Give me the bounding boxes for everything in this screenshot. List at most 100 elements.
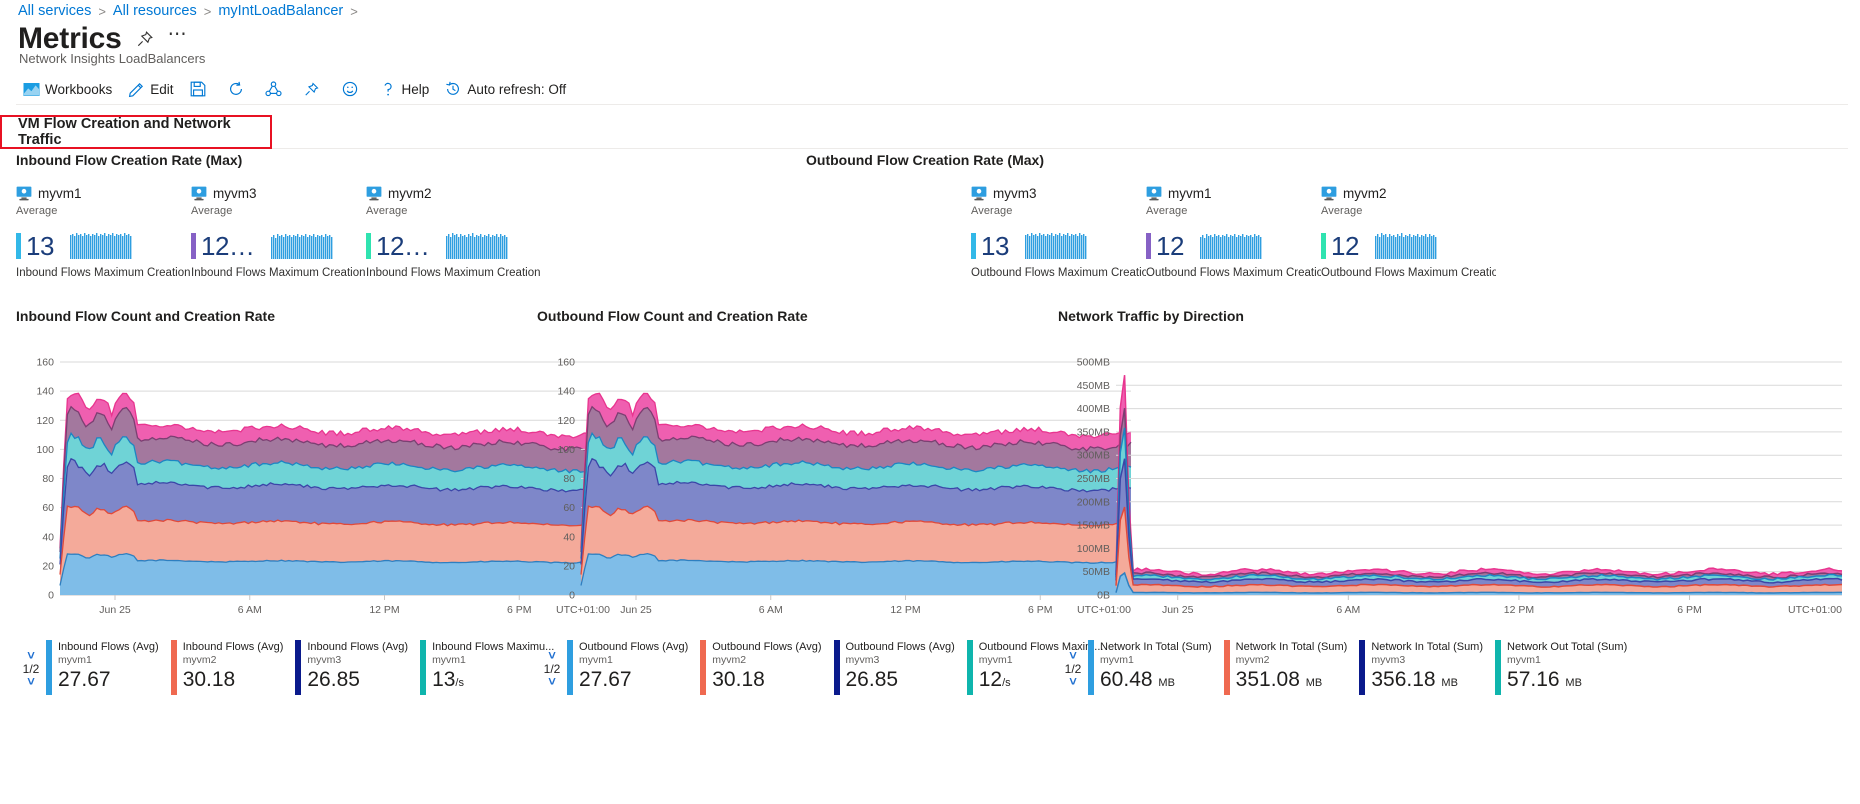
tile-caption: Outbound Flows Maximum Creation (1321, 267, 1496, 279)
tile-body: 12 (1321, 221, 1496, 259)
toolbar-button-share[interactable] (259, 77, 297, 101)
svg-text:160: 160 (557, 357, 575, 369)
toolbar-button-save[interactable] (183, 77, 221, 101)
metric-tile[interactable]: myvm2 Average 12… Inbound Flows Maximum … (366, 186, 541, 279)
svg-text:Jun 25: Jun 25 (620, 604, 652, 616)
legend-pager[interactable]: ˅ 1/2 ˅ (537, 640, 567, 695)
tile-header: myvm2 (366, 186, 541, 201)
section-header-label: VM Flow Creation and Network Traffic (18, 116, 231, 148)
chart-plot[interactable]: 0 20 40 60 80 100 120 140 160 Jun 25 6 AM 12 PM 6 PM… (16, 354, 616, 629)
legend-item[interactable]: Inbound Flows (Avg) myvm3 26.85 (295, 640, 420, 695)
toolbar-button-edit[interactable]: Edit (121, 77, 182, 101)
svg-text:150MB: 150MB (1077, 520, 1110, 532)
legend-resource-name: myvm3 (1371, 654, 1406, 666)
workbooks-icon (22, 80, 40, 98)
tile-value-truncation: … (403, 231, 430, 261)
tile-body: 12… (366, 221, 541, 259)
breadcrumb-item-all-resources[interactable]: All resources (113, 3, 197, 19)
metric-tile[interactable]: myvm1 Average 13 Inbound Flows Maximum C… (16, 186, 191, 279)
chart-canvas[interactable]: 0B 50MB 100MB 150MB 200MB 250MB 300MB 350MB 400M… (1058, 354, 1848, 634)
metric-tile[interactable]: myvm1 Average 12 Outbound Flows Maximum … (1146, 186, 1321, 279)
legend-resource-name: myvm1 (1100, 654, 1134, 666)
metric-tile[interactable]: myvm2 Average 12 Outbound Flows Maximum … (1321, 186, 1496, 279)
tile-value-wrap: 13 (16, 233, 54, 259)
breadcrumb: All services > All resources > myIntLoad… (18, 3, 358, 19)
toolbar-button-workbooks[interactable]: Workbooks (16, 77, 121, 101)
legend-item[interactable]: Network In Total (Sum) myvm3 356.18 MB (1359, 640, 1495, 695)
toolbar-button-auto-refresh[interactable]: Auto refresh: Off (438, 77, 575, 101)
legend-value: 57.16 MB (1507, 668, 1582, 691)
legend-page-down-icon[interactable]: ˅ (1069, 675, 1077, 688)
svg-text:300MB: 300MB (1077, 450, 1110, 462)
legend-item[interactable]: Network Out Total (Sum) myvm1 57.16 MB (1495, 640, 1639, 695)
legend-page-up-icon[interactable]: ˅ (1069, 649, 1077, 662)
virtual-machine-icon (16, 186, 32, 201)
legend-item[interactable]: Network In Total (Sum) myvm2 351.08 MB (1223, 640, 1360, 695)
tile-aggregation: Average (1321, 205, 1363, 217)
svg-text:50MB: 50MB (1083, 566, 1110, 578)
legend-page-up-icon[interactable]: ˅ (27, 649, 35, 662)
breadcrumb-item-myintloadbalancer[interactable]: myIntLoadBalancer (218, 3, 343, 19)
svg-text:200MB: 200MB (1077, 496, 1110, 508)
svg-text:80: 80 (563, 473, 575, 485)
toolbar-button-feedback[interactable] (335, 77, 373, 101)
legend-value: 26.85 (845, 668, 899, 691)
svg-text:140: 140 (36, 386, 54, 398)
tile-aggregation: Average (191, 205, 233, 217)
toolbar-button-pin[interactable] (297, 77, 335, 101)
share-icon (265, 80, 283, 98)
legend-pager[interactable]: ˅ 1/2 ˅ (1058, 640, 1088, 695)
more-options-button[interactable]: ⋯ (168, 25, 189, 47)
legend-page-up-icon[interactable]: ˅ (548, 649, 556, 662)
legend-resource-name: myvm2 (182, 654, 217, 666)
tile-vm-name: myvm3 (213, 186, 257, 201)
tile-vm-name: myvm3 (993, 186, 1037, 201)
legend-item[interactable]: Outbound Flows (Avg) myvm3 26.85 (833, 640, 967, 695)
legend-texts: Network Out Total (Sum) myvm1 57.16 MB (1507, 640, 1627, 695)
legend-metric-name: Inbound Flows (Avg) (307, 641, 409, 653)
tile-value: 12 (1156, 231, 1184, 261)
svg-text:60: 60 (563, 502, 575, 514)
legend-item[interactable]: Outbound Flows (Avg) myvm1 27.67 (567, 640, 700, 695)
legend-item[interactable]: Outbound Flows (Avg) myvm2 30.18 (700, 640, 833, 695)
svg-text:80: 80 (42, 473, 54, 485)
legend-swatch (46, 640, 52, 695)
tile-value-wrap: 13 (971, 233, 1009, 259)
tile-color-bar (1321, 233, 1326, 259)
toolbar-button-refresh[interactable] (221, 77, 259, 101)
legend-pager[interactable]: ˅ 1/2 ˅ (16, 640, 46, 695)
svg-text:160: 160 (36, 357, 54, 369)
legend-swatch (1088, 640, 1094, 695)
refresh-icon (227, 80, 245, 98)
chart-network-traffic-by-direction: Network Traffic by Direction 0B 50MB 100MB… (1058, 308, 1848, 695)
legend-page-down-icon[interactable]: ˅ (27, 675, 35, 688)
legend-swatch (567, 640, 573, 695)
legend-item[interactable]: Inbound Flows (Avg) myvm1 27.67 (46, 640, 171, 695)
tile-panel-outbound: Outbound Flow Creation Rate (Max) myvm3 … (806, 152, 1846, 279)
legend-metric-name: Network In Total (Sum) (1371, 641, 1484, 653)
svg-text:12 PM: 12 PM (890, 604, 920, 616)
svg-text:40: 40 (563, 531, 575, 543)
legend-metric-name: Outbound Flows (Avg) (845, 641, 955, 653)
tile-value-wrap: 12 (1146, 233, 1184, 259)
svg-text:12 PM: 12 PM (1504, 604, 1534, 616)
tile-aggregation: Average (16, 205, 58, 217)
breadcrumb-separator: > (350, 3, 358, 19)
legend-texts: Inbound Flows (Avg) myvm2 30.18 (183, 640, 284, 695)
breadcrumb-item-all-services[interactable]: All services (18, 3, 91, 19)
svg-text:350MB: 350MB (1077, 426, 1110, 438)
legend-item[interactable]: Network In Total (Sum) myvm1 60.48 MB (1088, 640, 1224, 695)
legend-page-down-icon[interactable]: ˅ (548, 675, 556, 688)
chart-plot[interactable]: 0B 50MB 100MB 150MB 200MB 250MB 300MB 350MB 400M… (1058, 354, 1848, 629)
metric-tile[interactable]: myvm3 Average 12… Inbound Flows Maximum … (191, 186, 366, 279)
section-header-highlight[interactable]: VM Flow Creation and Network Traffic (0, 115, 272, 149)
legend-texts: Inbound Flows (Avg) myvm3 26.85 (307, 640, 408, 695)
svg-text:100: 100 (36, 444, 54, 456)
tile-value: 12… (201, 231, 255, 261)
pin-icon[interactable] (135, 29, 155, 49)
toolbar-button-help[interactable]: Help (373, 77, 439, 101)
metric-tile[interactable]: myvm3 Average 13 Outbound Flows Maximum … (971, 186, 1146, 279)
legend-item[interactable]: Inbound Flows (Avg) myvm2 30.18 (170, 640, 296, 695)
svg-text:140: 140 (557, 386, 575, 398)
chart-plot[interactable]: 0 20 40 60 80 100 120 140 160 Jun 25 6 AM 12 PM 6 PM… (537, 354, 1137, 629)
